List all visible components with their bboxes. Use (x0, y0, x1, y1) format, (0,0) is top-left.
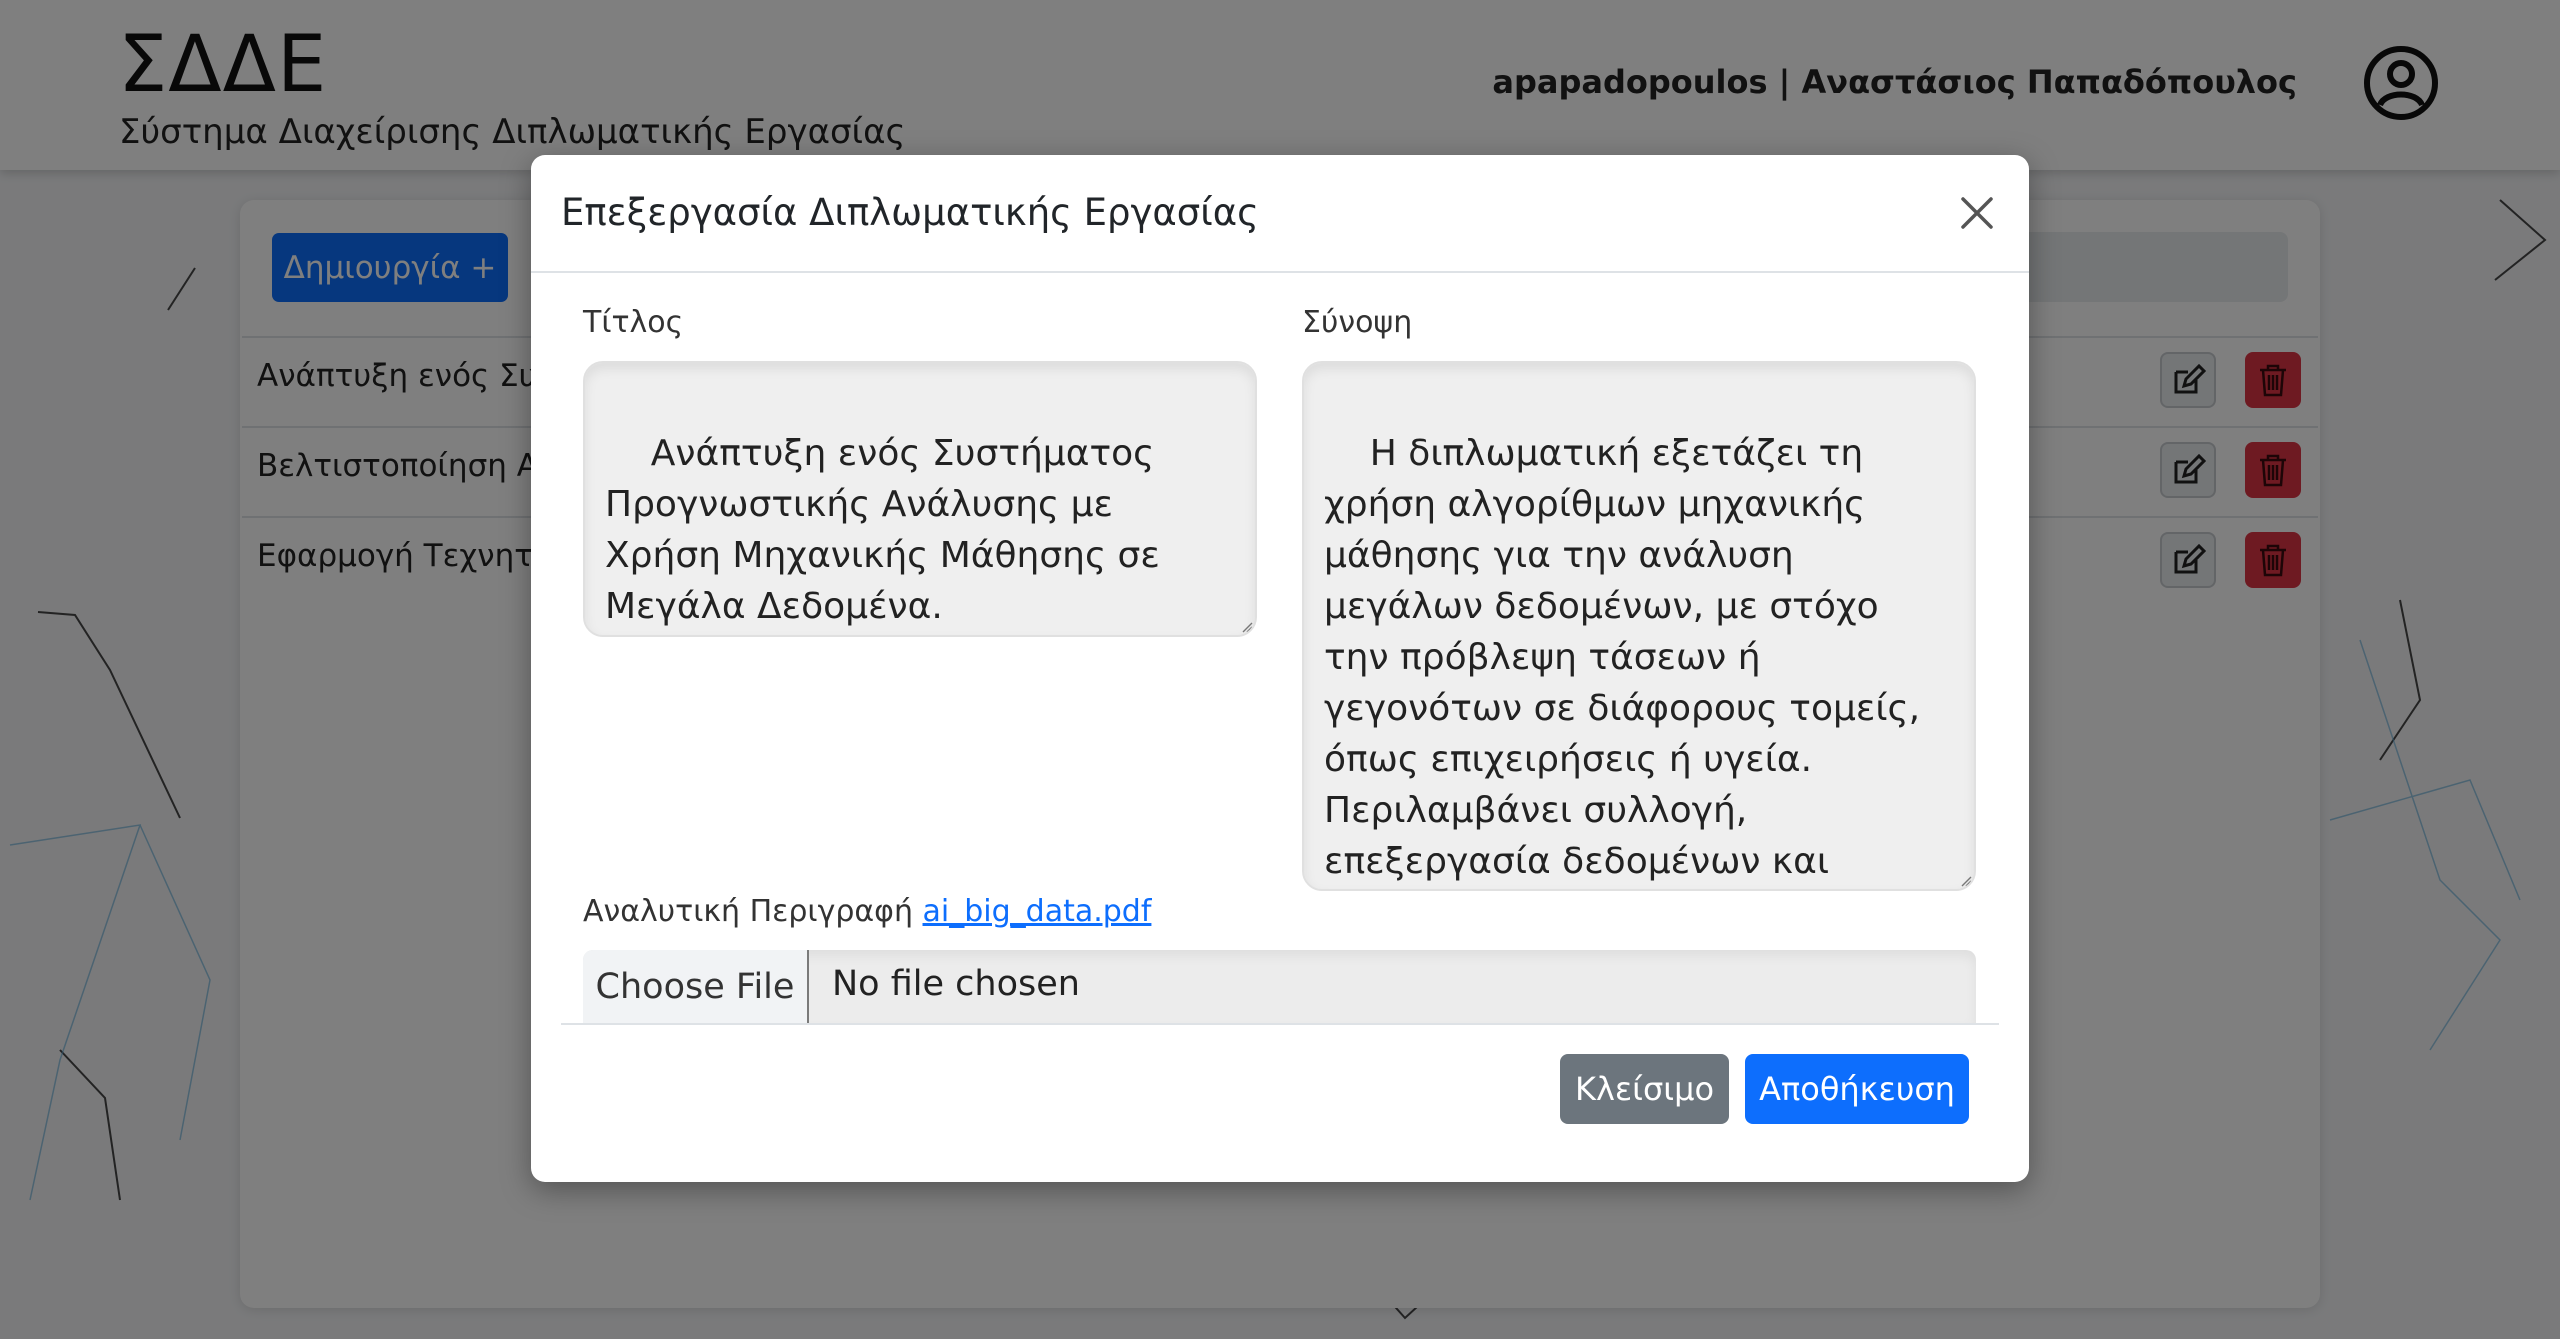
summary-label: Σύνοψη (1302, 305, 1413, 340)
edit-thesis-modal: Επεξεργασία Διπλωματικής Εργασίας Τίτλος… (531, 155, 2029, 1182)
close-button[interactable]: Κλείσιμο (1560, 1054, 1729, 1124)
description-file-link[interactable]: ai_big_data.pdf (923, 894, 1152, 929)
title-textarea-value: Ανάπτυξη ενός Συστήματος Προγνωστικής Αν… (605, 433, 1172, 627)
file-input[interactable]: Choose File No file chosen (583, 950, 1976, 1024)
description-label-row: Αναλυτική Περιγραφή ai_big_data.pdf (583, 894, 1151, 929)
title-label: Τίτλος (583, 305, 684, 340)
no-file-text: No file chosen (832, 964, 1080, 1004)
description-label: Αναλυτική Περιγραφή (583, 894, 913, 929)
choose-file-button[interactable]: Choose File (583, 950, 809, 1024)
summary-textarea[interactable]: Η διπλωματική εξετάζει τη χρήση αλγορίθμ… (1302, 361, 1976, 891)
modal-title: Επεξεργασία Διπλωματικής Εργασίας (561, 191, 1259, 234)
close-icon[interactable] (1957, 193, 1997, 233)
title-textarea[interactable]: Ανάπτυξη ενός Συστήματος Προγνωστικής Αν… (583, 361, 1257, 637)
modal-header: Επεξεργασία Διπλωματικής Εργασίας (531, 155, 2029, 273)
summary-textarea-value: Η διπλωματική εξετάζει τη χρήση αλγορίθμ… (1324, 433, 1921, 882)
resize-handle-icon[interactable] (1241, 621, 1253, 633)
save-button[interactable]: Αποθήκευση (1745, 1054, 1969, 1124)
modal-footer-divider (561, 1023, 1999, 1025)
resize-handle-icon[interactable] (1960, 875, 1972, 887)
